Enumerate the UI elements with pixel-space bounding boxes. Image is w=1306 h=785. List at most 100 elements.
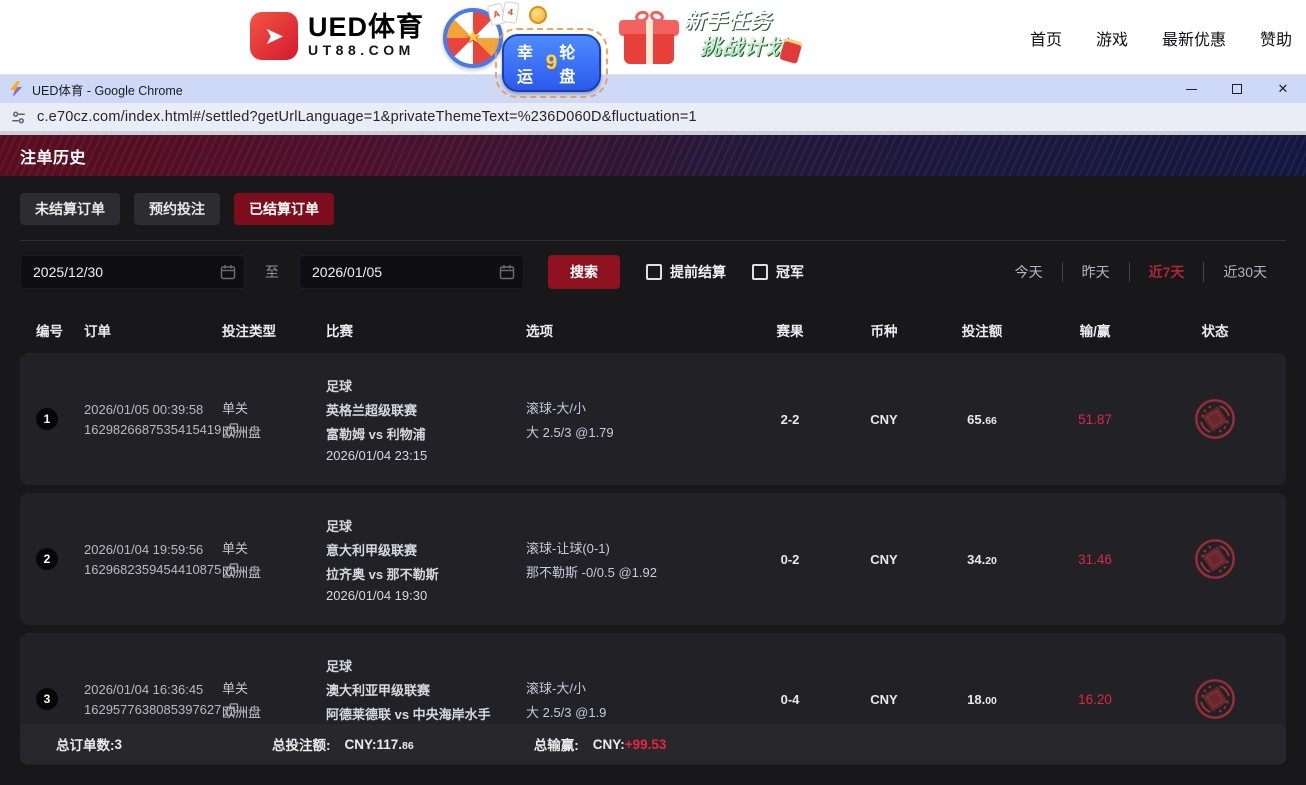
winloss-amount: 31.46 xyxy=(1030,552,1160,567)
settled-stamp-icon xyxy=(1192,396,1238,442)
currency: CNY xyxy=(834,412,934,427)
row-number-badge: 3 xyxy=(36,688,58,710)
table-row: 2 2026/01/04 19:59:56 162968235945441087… xyxy=(20,493,1286,625)
window-title: UED体育 - Google Chrome xyxy=(32,80,183,99)
gift-box-icon xyxy=(622,14,676,64)
total-orders-value: 3 xyxy=(115,737,123,752)
odds-format: 欧洲盘 xyxy=(222,562,326,581)
currency: CNY xyxy=(834,552,934,567)
option-pick: 大 2.5/3 @1.79 xyxy=(526,422,746,441)
search-button[interactable]: 搜索 xyxy=(548,255,620,289)
page-title-band: 注单历史 xyxy=(0,135,1306,176)
playing-card-icon: 4 xyxy=(502,1,520,24)
top-nav: 首页 游戏 最新优惠 赞助 xyxy=(1030,0,1292,75)
odds-format: 欧洲盘 xyxy=(222,422,326,441)
nav-promotions[interactable]: 最新优惠 xyxy=(1162,26,1226,50)
chrome-titlebar[interactable]: UED体育 - Google Chrome ✕ xyxy=(0,75,1306,103)
chrome-urlbar[interactable]: c.e70cz.com/index.html#/settled?getUrlLa… xyxy=(0,103,1306,135)
roulette-pill-border: 幸运 9 轮盘 xyxy=(495,28,608,98)
site-header: ➤ UED体育 UT88.COM A 4 幸运 9 轮盘 新手任务 挑战计划 xyxy=(0,0,1306,75)
coin-icon xyxy=(529,6,547,24)
checkbox-icon[interactable] xyxy=(752,264,768,280)
col-stake: 投注额 xyxy=(934,320,1030,340)
logo-subtitle: UT88.COM xyxy=(308,41,424,59)
match-sport: 足球 xyxy=(326,516,526,535)
winloss-amount: 16.20 xyxy=(1030,692,1160,707)
promo-roulette-text-pre: 幸运 xyxy=(517,39,544,87)
tab-scheduled-bets[interactable]: 预约投注 xyxy=(134,193,220,225)
match-league: 澳大利亚甲级联赛 xyxy=(326,680,526,699)
filter-bar: 至 搜索 提前结算 冠军 今天 昨天 近7天 近30天 xyxy=(20,255,1286,289)
bet-type: 单关 xyxy=(222,398,326,417)
settled-stamp-icon xyxy=(1192,676,1238,722)
champion-checkbox[interactable]: 冠军 xyxy=(752,262,804,282)
tab-divider xyxy=(20,240,1286,241)
total-winloss-value: CNY:+99.53 xyxy=(593,737,667,752)
col-bet-type: 投注类型 xyxy=(222,320,326,340)
checkbox-icon[interactable] xyxy=(646,264,662,280)
nav-games[interactable]: 游戏 xyxy=(1096,26,1128,50)
match-teams: 拉齐奥 vs 那不勒斯 xyxy=(326,564,526,583)
col-no: 编号 xyxy=(36,320,84,340)
match-teams: 富勒姆 vs 利物浦 xyxy=(326,424,526,443)
bet-history-page: 注单历史 未结算订单 预约投注 已结算订单 至 搜索 提前结算 冠军 今天 昨天… xyxy=(0,135,1306,781)
quick-link-last7days[interactable]: 近7天 xyxy=(1129,262,1204,282)
quick-link-today[interactable]: 今天 xyxy=(996,262,1062,282)
logo-title: UED体育 xyxy=(308,13,424,41)
site-settings-icon[interactable] xyxy=(10,109,27,126)
stake-amount: 18.00 xyxy=(934,692,1030,707)
settled-stamp-icon xyxy=(1192,536,1238,582)
order-tabs: 未结算订单 预约投注 已结算订单 xyxy=(0,176,1306,225)
calendar-icon[interactable] xyxy=(499,264,515,280)
option-market: 滚球-让球(0-1) xyxy=(526,538,746,557)
order-list: 1 2026/01/05 00:39:58 162982668753541541… xyxy=(20,353,1286,765)
match-league: 意大利甲级联赛 xyxy=(326,540,526,559)
logo-arrow-icon: ➤ xyxy=(250,12,298,60)
match-result: 0-2 xyxy=(746,552,834,567)
maximize-button[interactable] xyxy=(1214,75,1260,103)
col-status: 状态 xyxy=(1160,320,1270,340)
tab-unsettled-orders[interactable]: 未结算订单 xyxy=(20,193,120,225)
quick-link-last30days[interactable]: 近30天 xyxy=(1203,262,1286,282)
order-id: 1629682359454410875 xyxy=(84,562,221,577)
tab-settled-orders[interactable]: 已结算订单 xyxy=(234,193,334,225)
row-number-badge: 2 xyxy=(36,548,58,570)
page-title: 注单历史 xyxy=(20,144,86,168)
winloss-amount: 51.87 xyxy=(1030,412,1160,427)
odds-format: 欧洲盘 xyxy=(222,702,326,721)
promo-roulette-text-post: 轮盘 xyxy=(559,39,586,87)
table-row: 1 2026/01/05 00:39:58 162982668753541541… xyxy=(20,353,1286,485)
col-order: 订单 xyxy=(84,320,222,340)
bet-type: 单关 xyxy=(222,678,326,697)
option-pick: 那不勒斯 -0/0.5 @1.92 xyxy=(526,562,746,581)
total-stake-value: CNY:117.86 xyxy=(345,737,414,752)
date-from-input[interactable] xyxy=(20,255,245,289)
minimize-button[interactable] xyxy=(1168,75,1214,103)
calendar-icon[interactable] xyxy=(220,264,236,280)
nav-home[interactable]: 首页 xyxy=(1030,26,1062,50)
quick-date-links: 今天 昨天 近7天 近30天 xyxy=(996,255,1286,289)
match-teams: 阿德莱德联 vs 中央海岸水手 xyxy=(326,704,526,723)
nav-sponsor[interactable]: 赞助 xyxy=(1260,26,1292,50)
match-result: 0-4 xyxy=(746,692,834,707)
table-header: 编号 订单 投注类型 比赛 选项 赛果 币种 投注额 输/赢 状态 xyxy=(20,315,1286,345)
early-settlement-checkbox[interactable]: 提前结算 xyxy=(646,262,726,282)
date-to-input[interactable] xyxy=(299,255,524,289)
order-time: 2026/01/04 16:36:45 xyxy=(84,682,222,697)
currency: CNY xyxy=(834,692,934,707)
col-match: 比赛 xyxy=(326,320,526,340)
promo-lucky-roulette-banner[interactable]: A 4 幸运 9 轮盘 xyxy=(443,6,608,70)
date-range-to-label: 至 xyxy=(245,262,299,282)
quick-link-yesterday[interactable]: 昨天 xyxy=(1062,262,1129,282)
order-id: 1629577638085397627 xyxy=(84,702,221,717)
match-league: 英格兰超级联赛 xyxy=(326,400,526,419)
match-result: 2-2 xyxy=(746,412,834,427)
close-button[interactable]: ✕ xyxy=(1260,75,1306,103)
bet-type: 单关 xyxy=(222,538,326,557)
site-logo[interactable]: ➤ UED体育 UT88.COM xyxy=(250,12,424,60)
col-currency: 币种 xyxy=(834,320,934,340)
address-url[interactable]: c.e70cz.com/index.html#/settled?getUrlLa… xyxy=(37,109,697,125)
promo-newbie-task-banner[interactable]: 新手任务 挑战计划 xyxy=(622,6,807,70)
match-time: 2026/01/04 19:30 xyxy=(326,588,526,603)
col-result: 赛果 xyxy=(746,320,834,340)
